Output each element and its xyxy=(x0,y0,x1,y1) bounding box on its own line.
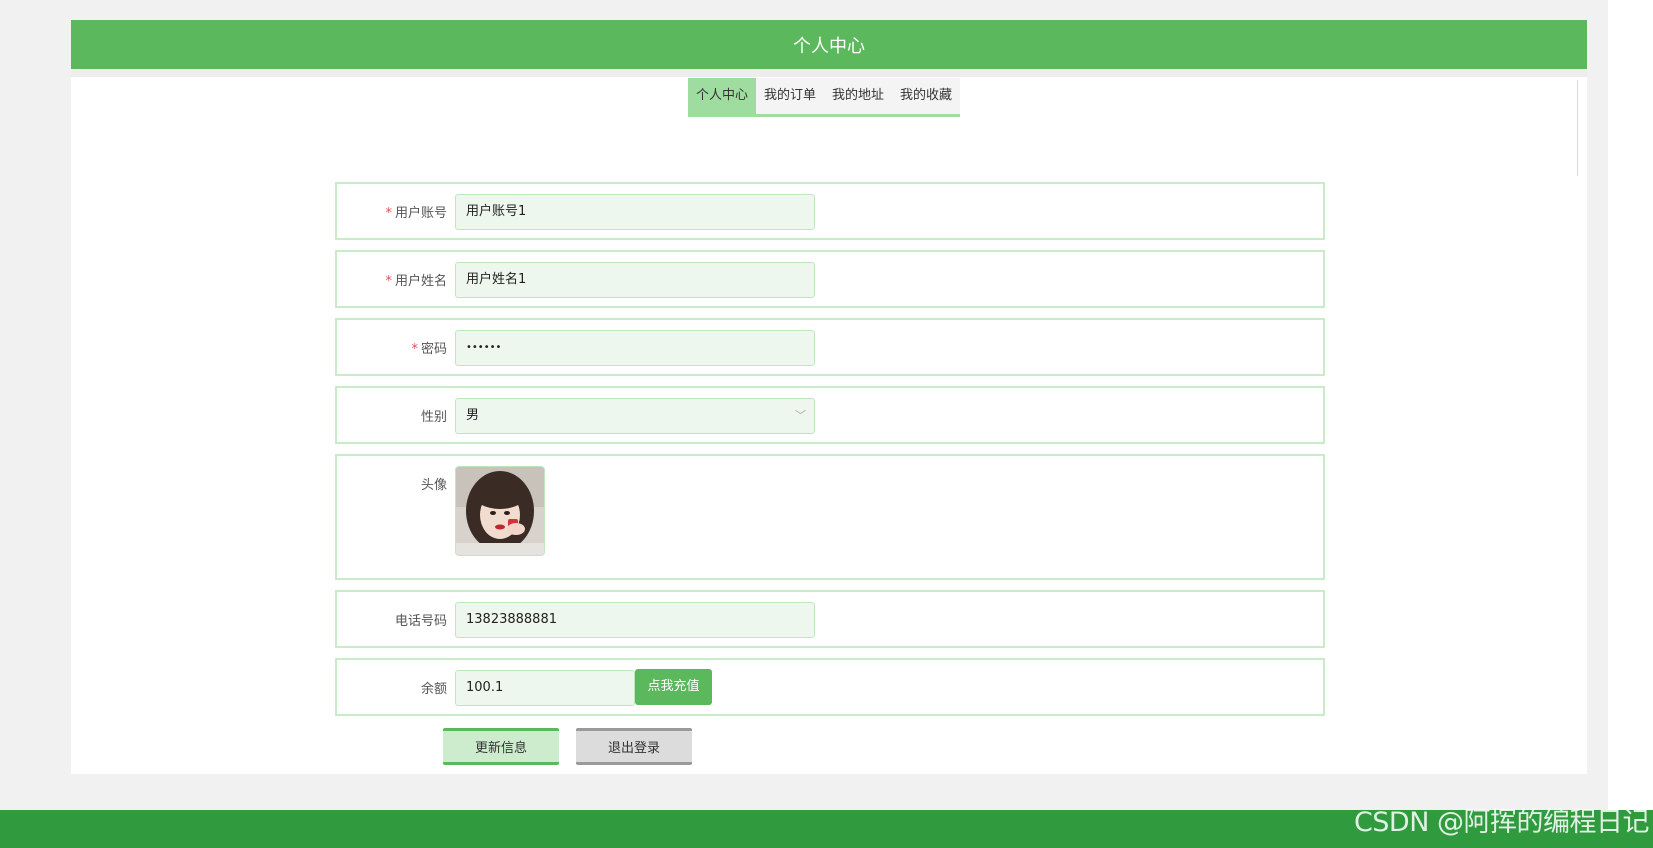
panel-divider xyxy=(1577,80,1578,176)
password-input[interactable]: •••••• xyxy=(455,330,815,366)
name-label: * 用户姓名 xyxy=(385,274,447,289)
tab-profile[interactable]: 个人中心 xyxy=(688,78,757,117)
gender-select[interactable]: 男 ﹀ xyxy=(455,398,815,434)
phone-input[interactable]: 13823888881 xyxy=(455,602,815,638)
avatar-image[interactable] xyxy=(455,466,545,556)
page-title: 个人中心 xyxy=(793,35,865,57)
tab-favorites[interactable]: 我的收藏 xyxy=(892,78,961,117)
required-mark: * xyxy=(411,342,418,357)
balance-input[interactable]: 100.1 xyxy=(455,670,635,706)
form-row-phone: 电话号码 13823888881 xyxy=(335,590,1325,648)
account-label: * 用户账号 xyxy=(385,206,447,221)
account-input[interactable]: 用户账号1 xyxy=(455,194,815,230)
form-row-name: * 用户姓名 用户姓名1 xyxy=(335,250,1325,308)
gender-select-value: 男 xyxy=(466,408,480,423)
header-gap xyxy=(71,69,1587,77)
page-right-margin xyxy=(1608,0,1653,810)
form-row-avatar: 头像 xyxy=(335,454,1325,580)
chevron-down-icon: ﹀ xyxy=(795,409,806,422)
update-info-button[interactable]: 更新信息 xyxy=(443,728,559,765)
balance-label: 余额 xyxy=(420,682,447,697)
recharge-button[interactable]: 点我充值 xyxy=(635,669,712,705)
logout-button[interactable]: 退出登录 xyxy=(576,728,692,765)
form-row-password: * 密码 •••••• xyxy=(335,318,1325,376)
required-mark: * xyxy=(385,206,392,221)
form-row-gender: 性别 男 ﹀ xyxy=(335,386,1325,444)
required-mark: * xyxy=(385,274,392,289)
tab-addresses[interactable]: 我的地址 xyxy=(824,78,893,117)
password-label: * 密码 xyxy=(411,342,447,357)
avatar-label: 头像 xyxy=(420,478,447,493)
name-input[interactable]: 用户姓名1 xyxy=(455,262,815,298)
page-header: 个人中心 xyxy=(71,20,1587,69)
tab-orders[interactable]: 我的订单 xyxy=(756,78,825,117)
gender-label: 性别 xyxy=(420,410,447,425)
form-row-account: * 用户账号 用户账号1 xyxy=(335,182,1325,240)
form-row-balance: 余额 100.1 点我充值 xyxy=(335,658,1325,716)
watermark-text: CSDN @阿挥的编程日记 xyxy=(1353,807,1650,838)
tab-bar: 个人中心 我的订单 我的地址 我的收藏 xyxy=(688,78,961,117)
avatar-photo-icon xyxy=(456,467,544,555)
phone-label: 电话号码 xyxy=(394,614,447,629)
